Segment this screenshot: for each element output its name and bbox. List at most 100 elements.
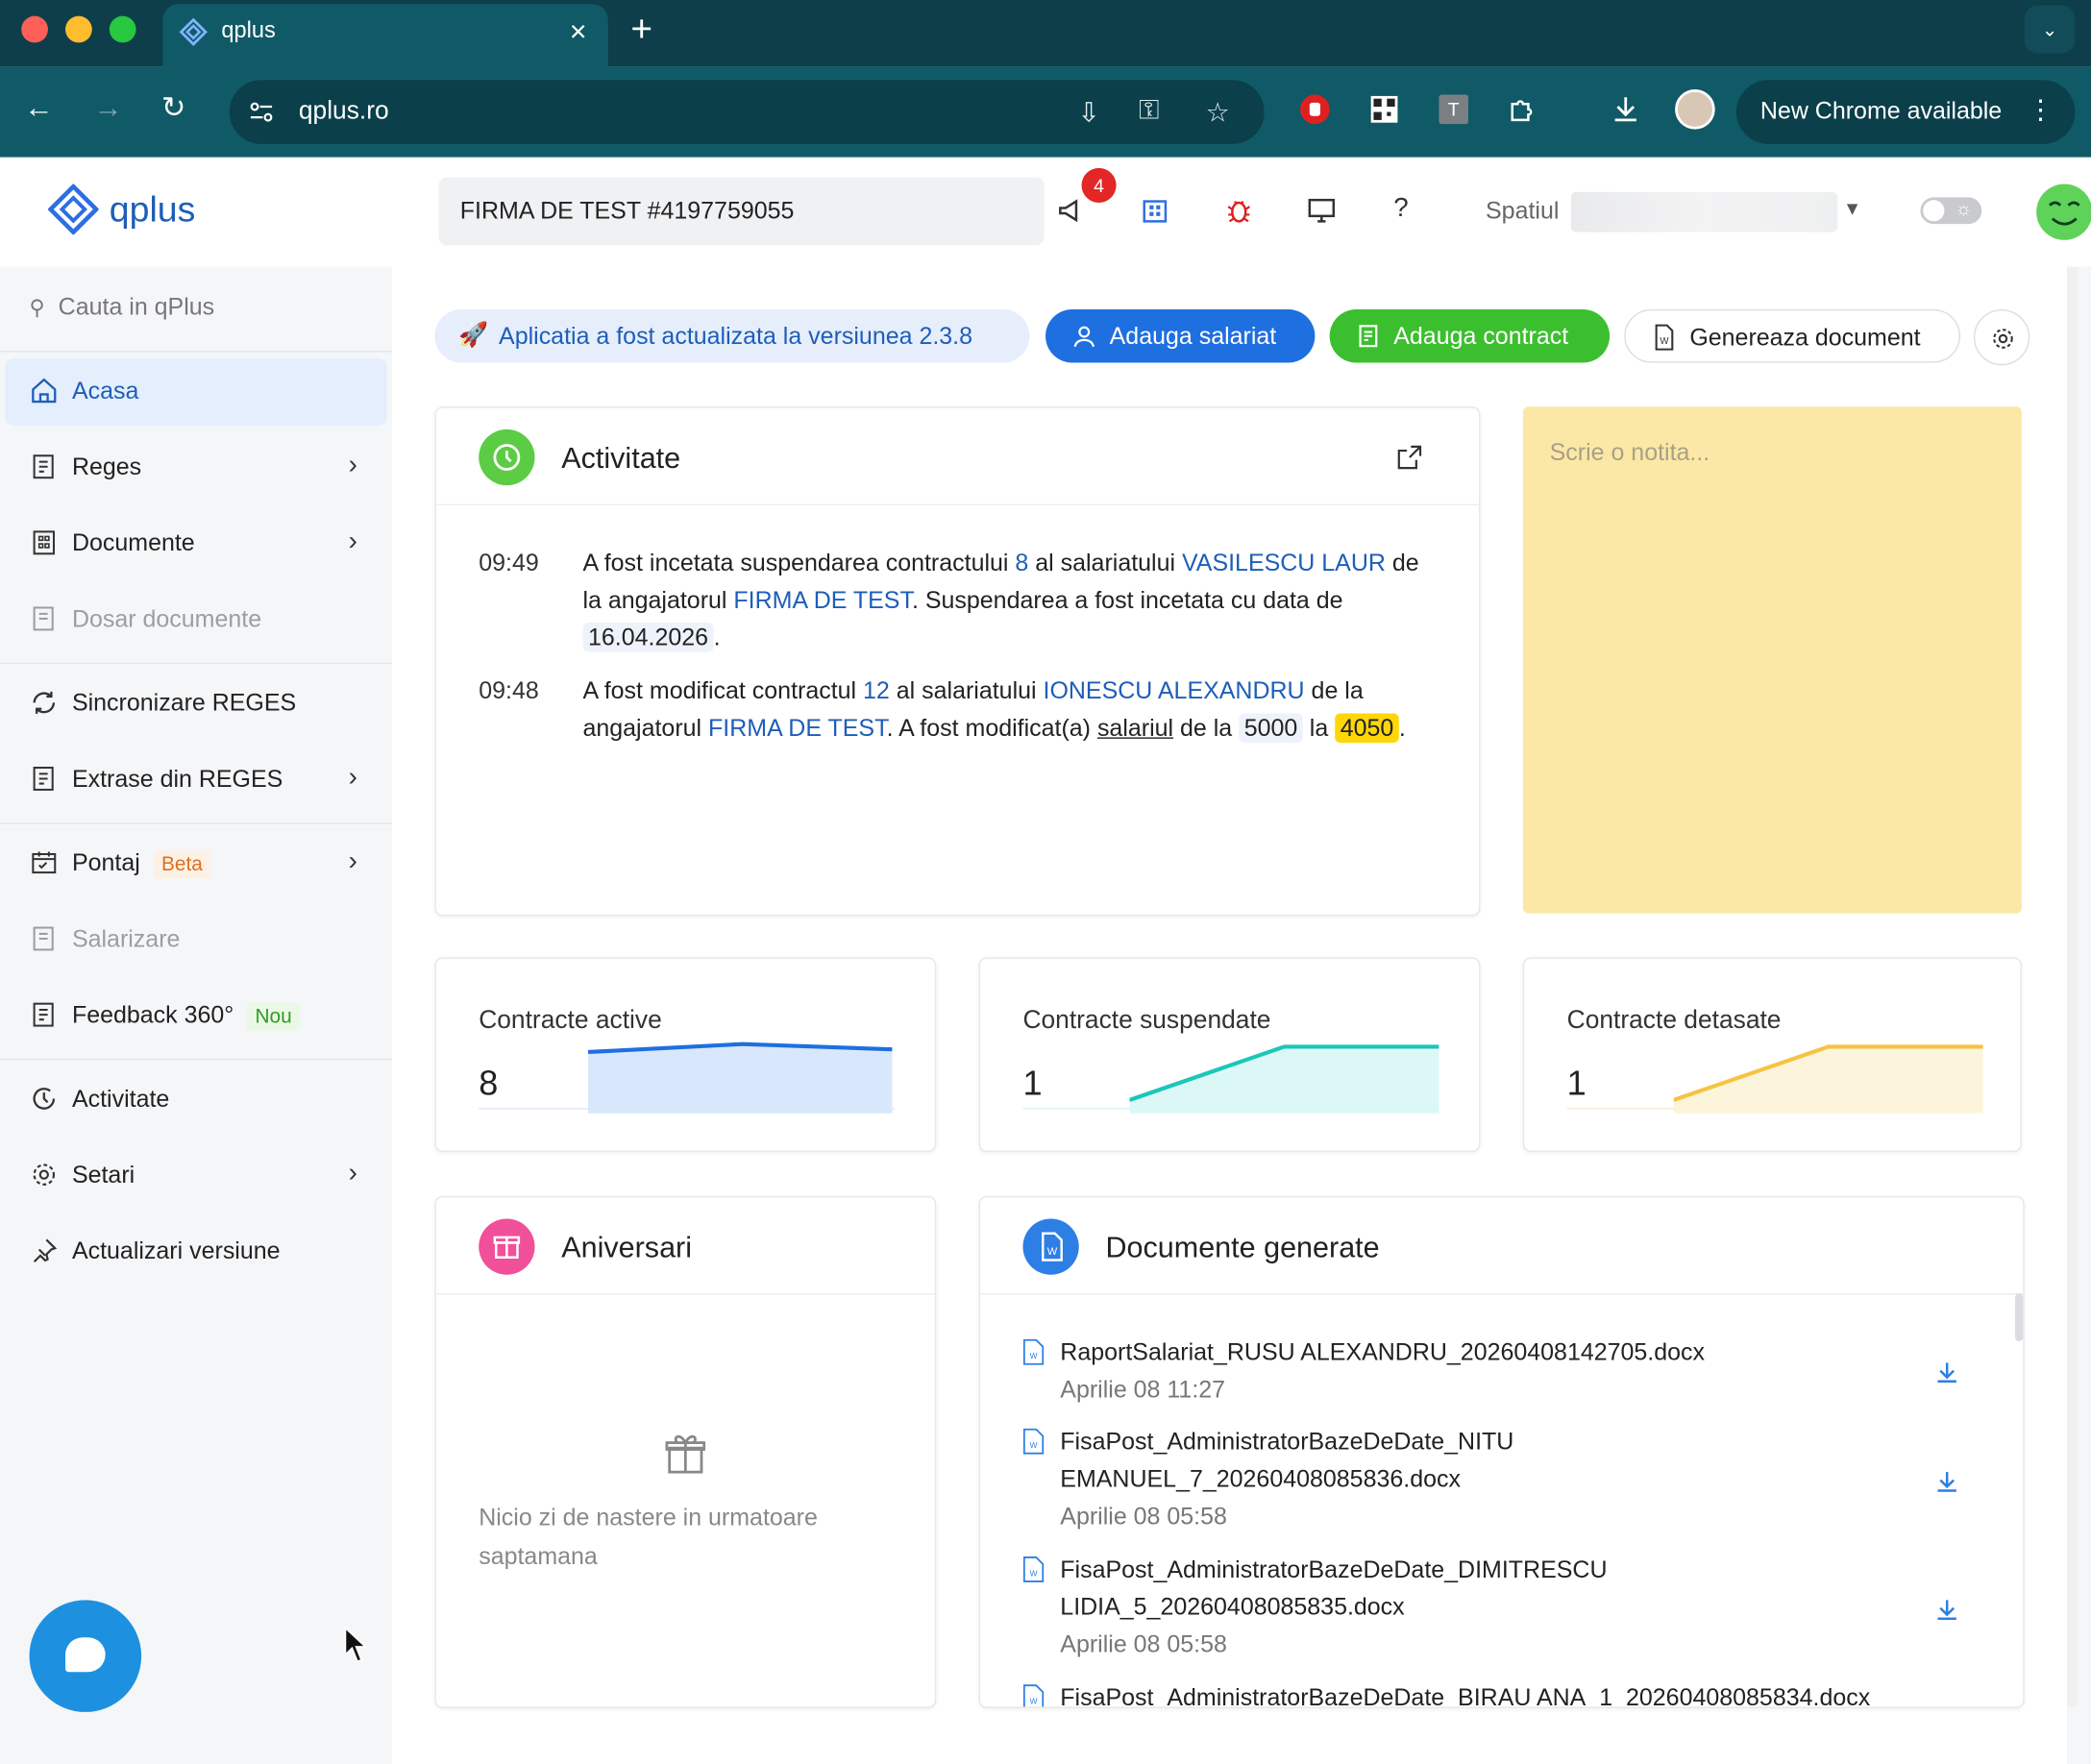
document-item[interactable]: W FisaPost_AdministratorBazeDeDate_BIRAU… [1022,1678,1956,1707]
sidebar-item-actualizari-versiune[interactable]: Actualizari versiune [6,1218,387,1285]
bookmark-star-icon[interactable]: ☆ [1206,96,1230,130]
documents-scrollbar[interactable] [2014,1293,2024,1342]
sidebar-search[interactable]: ⚲ Cauta in qPlus [30,293,215,321]
qr-code-extension-icon[interactable] [1368,93,1400,125]
date-chip: 16.04.2026 [582,623,714,652]
svg-text:W: W [1030,1568,1038,1578]
document-item[interactable]: W FisaPost_AdministratorBazeDeDate_NITU … [1022,1423,1956,1543]
smile-face-icon [2049,201,2080,226]
company-selector[interactable]: FIRMA DE TEST #4197759055 [438,177,1045,246]
document-item[interactable]: W FisaPost_AdministratorBazeDeDate_DIMIT… [1022,1551,1956,1671]
calendar-check-icon [32,851,57,874]
caret-down-icon[interactable]: ▼ [1843,197,1861,218]
generate-document-button[interactable]: W Genereaza document [1624,308,1961,363]
sidebar-item-extrase-reges[interactable]: Extrase din REGES › [6,747,387,813]
contract-link[interactable]: 8 [1015,550,1028,576]
sidebar-item-activitate[interactable]: Activitate [6,1066,387,1133]
adblock-extension-icon[interactable] [1299,93,1331,125]
theme-toggle[interactable]: ☼ [1920,197,1982,225]
logo-text[interactable]: qplus [110,189,196,231]
employer-link[interactable]: FIRMA DE TEST [708,715,887,742]
new-tab-button[interactable]: + [630,8,652,50]
page-scrollbar[interactable] [2067,266,2079,1707]
install-app-icon[interactable]: ⇩ [1077,96,1099,130]
activity-card: Activitate 09:49 A fost incetata suspend… [434,406,1481,917]
stat-label: Contracte detasate [1566,1006,1782,1035]
space-select[interactable] [1570,191,1838,233]
forward-icon[interactable]: → [93,90,123,125]
download-icon[interactable] [1935,1469,1959,1493]
kebab-menu-icon[interactable]: ⋮ [2027,93,2054,127]
announcements-megaphone-icon[interactable] [1056,195,1088,227]
employee-link[interactable]: VASILESCU LAUR [1182,550,1386,576]
stat-card-active[interactable]: Contracte active 8 [434,957,937,1153]
add-contract-button[interactable]: Adauga contract [1329,308,1611,363]
maximize-window-button[interactable] [109,15,136,43]
sidebar-item-salarizare[interactable]: Salarizare [6,907,387,973]
document-name[interactable]: FisaPost_AdministratorBazeDeDate_NITU EM… [1060,1423,1566,1498]
extensions-puzzle-icon[interactable] [1507,93,1538,125]
divider [435,503,1480,505]
document-name[interactable]: FisaPost_AdministratorBazeDeDate_BIRAU A… [1060,1678,1993,1707]
help-question-icon[interactable]: ? [1393,193,1408,224]
support-chat-button[interactable] [29,1600,142,1712]
sidebar-item-feedback-360[interactable]: Feedback 360° Nou [6,983,387,1049]
user-avatar[interactable] [2036,184,2091,240]
sidebar-item-documente[interactable]: Documente › [6,511,387,577]
downloads-icon[interactable] [1610,93,1641,125]
qplus-logo-icon[interactable] [47,184,99,235]
chrome-update-button[interactable]: New Chrome available ⋮ [1735,80,2076,144]
add-employee-button[interactable]: Adauga salariat [1046,308,1316,363]
document-date: Aprilie 08 11:27 [1060,1376,1226,1403]
changed-field: salariul [1096,714,1174,742]
bug-report-icon[interactable] [1223,195,1255,227]
sticky-note[interactable]: Scrie o notita... [1522,406,2022,914]
employee-link[interactable]: IONESCU ALEXANDRU [1044,677,1305,704]
organization-building-icon[interactable] [1139,195,1170,227]
anniversaries-card: Aniversari Nicio zi de nastere in urmato… [434,1195,937,1708]
password-key-icon[interactable]: ⚿ [1139,96,1159,127]
app-header: qplus FIRMA DE TEST #4197759055 4 ? Spat… [0,157,2091,267]
update-info-pill[interactable]: 🚀 Aplicatia a fost actualizata la versiu… [434,308,1030,363]
stat-card-suspended[interactable]: Contracte suspendate 1 [978,957,1481,1153]
sidebar-item-reges[interactable]: Reges › [6,434,387,501]
history-clock-icon [33,1088,56,1110]
sidebar-item-sincronizare-reges[interactable]: Sincronizare REGES [6,671,387,737]
document-date: Aprilie 08 05:58 [1060,1630,1227,1658]
stat-card-seconded[interactable]: Contracte detasate 1 [1522,957,2022,1153]
back-icon[interactable]: ← [24,90,54,125]
profile-avatar[interactable] [1675,88,1715,130]
document-name[interactable]: RaportSalariat_RUSU ALEXANDRU_2026040814… [1060,1334,1913,1371]
dashboard-settings-button[interactable] [1973,308,2030,366]
tab-close-icon[interactable]: × [570,14,587,49]
user-icon [1073,326,1095,348]
sidebar-item-pontaj[interactable]: Pontaj Beta › [6,831,387,897]
sidebar-item-label: Dosar documente [71,605,262,632]
activity-text: A fost incetata suspendarea contractului… [582,544,1436,656]
browser-tab[interactable]: qplus × [162,4,608,67]
minimize-window-button[interactable] [65,15,92,43]
note-placeholder: Scrie o notita... [1549,438,1710,466]
document-name[interactable]: FisaPost_AdministratorBazeDeDate_DIMITRE… [1060,1551,1660,1626]
sidebar-item-acasa[interactable]: Acasa [5,358,387,426]
sidebar-item-setari[interactable]: Setari › [6,1142,387,1209]
text-part: al salariatului [889,677,1044,704]
tab-search-button[interactable]: ⌄ [2024,5,2076,54]
download-icon[interactable] [1935,1598,1959,1622]
contract-icon [1359,325,1378,348]
stat-value: 1 [1566,1063,1587,1103]
site-settings-icon[interactable] [248,99,275,126]
desktop-monitor-icon[interactable] [1306,195,1338,227]
sidebar-item-dosar-documente[interactable]: Dosar documente [6,587,387,653]
text-extension-icon[interactable]: T [1438,93,1469,125]
close-window-button[interactable] [21,15,48,43]
download-icon[interactable] [1935,1360,1959,1384]
document-item[interactable]: W RaportSalariat_RUSU ALEXANDRU_20260408… [1022,1334,1956,1413]
reload-icon[interactable]: ↻ [161,90,186,125]
open-external-icon[interactable] [1396,444,1423,471]
contract-link[interactable]: 12 [863,677,890,704]
address-bar[interactable]: qplus.ro ⇩ ⚿ ☆ [229,80,1265,144]
word-file-icon: W [1022,1556,1045,1582]
employer-link[interactable]: FIRMA DE TEST [733,587,912,614]
qplus-favicon-icon [179,17,208,47]
